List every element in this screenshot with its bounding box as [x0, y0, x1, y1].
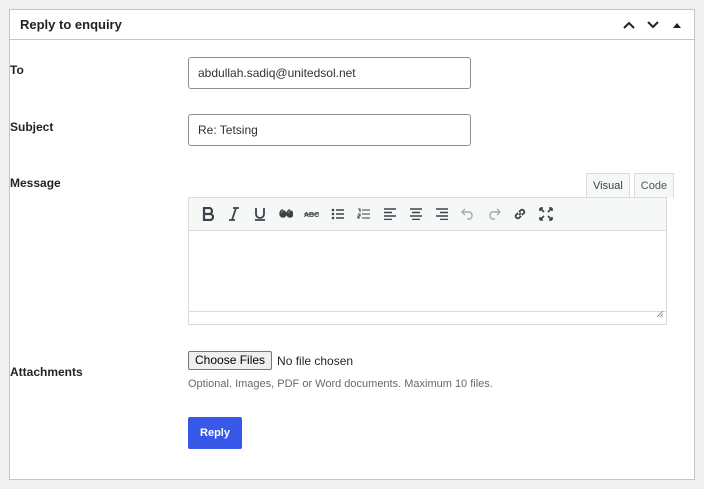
panel-title: Reply to enquiry	[20, 17, 122, 32]
message-textarea[interactable]	[189, 231, 666, 311]
align-left-icon	[384, 208, 396, 220]
bullet-list-button[interactable]	[325, 201, 351, 227]
blockquote-button[interactable]	[273, 201, 299, 227]
subject-field[interactable]: Re: Tetsing	[188, 114, 471, 146]
triangle-up-icon	[673, 23, 681, 28]
to-label: To	[10, 63, 24, 77]
chevron-down-icon	[647, 21, 659, 29]
tab-code[interactable]: Code	[633, 173, 675, 198]
undo-icon	[461, 208, 473, 220]
attachments-label: Attachments	[10, 365, 83, 379]
bold-icon	[202, 207, 214, 221]
align-center-button[interactable]	[403, 201, 429, 227]
underline-button[interactable]	[247, 201, 273, 227]
strikethrough-icon: ABC	[304, 212, 319, 219]
align-left-button[interactable]	[377, 201, 403, 227]
redo-icon	[489, 208, 501, 220]
align-right-button[interactable]	[429, 201, 455, 227]
reply-button[interactable]: Reply	[188, 417, 242, 449]
bold-button[interactable]	[195, 201, 221, 227]
link-icon	[514, 208, 526, 220]
chevron-up-icon	[623, 21, 635, 29]
editor-tabs: Visual Code	[582, 173, 675, 198]
bullet-list-icon	[331, 208, 344, 220]
subject-label: Subject	[10, 120, 54, 134]
to-field[interactable]: abdullah.sadiq@unitedsol.net	[188, 57, 471, 89]
italic-icon	[229, 207, 239, 221]
align-center-icon	[410, 208, 422, 220]
editor-toolbar: ABC	[189, 198, 666, 231]
file-status: No file chosen	[277, 353, 354, 368]
align-right-icon	[436, 208, 448, 220]
link-button[interactable]	[507, 201, 533, 227]
fullscreen-button[interactable]	[533, 201, 559, 227]
blockquote-icon	[279, 209, 293, 218]
numbered-list-button[interactable]	[351, 201, 377, 227]
strikethrough-button[interactable]: ABC	[299, 201, 325, 227]
choose-files-button[interactable]: Choose Files	[188, 351, 273, 370]
underline-icon	[255, 208, 265, 221]
message-editor: ABC	[188, 197, 667, 325]
redo-button[interactable]	[481, 201, 507, 227]
italic-button[interactable]	[221, 201, 247, 227]
toggle-panel-button[interactable]	[666, 14, 688, 36]
editor-statusbar	[189, 310, 666, 324]
panel-handle-actions	[618, 14, 688, 36]
resize-grip-icon	[656, 310, 664, 318]
svg-text:ABC: ABC	[304, 212, 319, 219]
move-down-button[interactable]	[642, 14, 664, 36]
tab-visual[interactable]: Visual	[586, 173, 630, 198]
file-input: Choose Files No file chosen	[188, 351, 353, 370]
numbered-list-icon	[357, 208, 370, 219]
attachments-help: Optional. Images, PDF or Word documents.…	[188, 378, 493, 390]
panel-header: Reply to enquiry	[10, 10, 694, 40]
fullscreen-icon	[539, 207, 553, 221]
message-label: Message	[10, 176, 61, 190]
undo-button[interactable]	[455, 201, 481, 227]
resize-handle[interactable]	[656, 305, 664, 323]
move-up-button[interactable]	[618, 14, 640, 36]
